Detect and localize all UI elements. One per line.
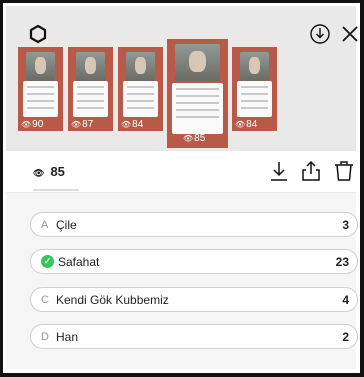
poll-option[interactable]: C Kendi Gök Kubbemiz 4	[30, 287, 358, 312]
delete-icon[interactable]	[332, 159, 356, 183]
option-label: Safahat	[58, 254, 100, 269]
option-label: Kendi Gök Kubbemiz	[56, 292, 169, 307]
story-poll-preview	[237, 80, 272, 117]
story-thumbnail[interactable]: 👁84	[118, 47, 163, 131]
share-icon[interactable]	[299, 159, 323, 183]
checkmark-icon: ✓	[41, 255, 54, 268]
story-image	[175, 44, 220, 82]
story-poll-preview	[172, 82, 223, 134]
story-image	[240, 52, 269, 81]
download-icon[interactable]	[267, 159, 291, 183]
save-download-icon[interactable]	[309, 23, 331, 45]
story-view-count: 👁84	[235, 119, 258, 130]
story-thumbnail[interactable]: 👁87	[68, 47, 113, 131]
option-letter: A	[41, 218, 49, 231]
story-image	[26, 52, 55, 81]
stats-bar: 👁 85	[6, 151, 356, 193]
story-view-count: 👁84	[121, 119, 144, 130]
story-insights-screen: 👁90 👁87 👁84 👁85 👁84 👁 85 A Çile 3 ✓ Safa…	[0, 0, 364, 377]
option-count: 4	[342, 292, 349, 307]
poll-option[interactable]: D Han 2	[30, 324, 358, 349]
option-count: 2	[342, 329, 349, 344]
poll-results: A Çile 3 ✓ Safahat 23 C Kendi Gök Kubbem…	[6, 193, 358, 369]
poll-option-correct[interactable]: ✓ Safahat 23	[30, 249, 358, 274]
story-poll-preview	[23, 80, 58, 117]
story-thumbnail-selected[interactable]: 👁85	[167, 39, 228, 148]
close-icon[interactable]	[340, 24, 360, 44]
eye-icon: 👁	[71, 120, 82, 129]
story-view-count: 👁85	[183, 133, 206, 144]
story-view-count: 👁90	[21, 119, 44, 130]
option-count: 3	[342, 217, 349, 232]
option-label: Çile	[56, 217, 77, 232]
story-strip-area: 👁90 👁87 👁84 👁85 👁84	[6, 6, 358, 151]
poll-option[interactable]: A Çile 3	[30, 212, 358, 237]
view-count-tab[interactable]: 👁 85	[33, 164, 65, 179]
option-count: 23	[335, 254, 349, 269]
eye-icon: 👁	[33, 168, 45, 178]
eye-icon: 👁	[183, 134, 194, 143]
story-thumbnail[interactable]: 👁90	[18, 47, 63, 131]
story-view-count: 👁87	[71, 119, 94, 130]
option-letter: C	[41, 293, 49, 306]
eye-icon: 👁	[121, 120, 132, 129]
story-image	[76, 52, 105, 81]
story-thumbnail[interactable]: 👁84	[232, 47, 277, 131]
option-label: Han	[56, 329, 79, 344]
eye-icon: 👁	[21, 120, 32, 129]
tab-underline	[33, 189, 79, 191]
story-image	[126, 52, 155, 81]
story-poll-preview	[123, 80, 158, 117]
option-letter: D	[41, 330, 49, 343]
hexagon-icon[interactable]	[28, 24, 48, 44]
eye-icon: 👁	[235, 120, 246, 129]
story-poll-preview	[73, 80, 108, 117]
